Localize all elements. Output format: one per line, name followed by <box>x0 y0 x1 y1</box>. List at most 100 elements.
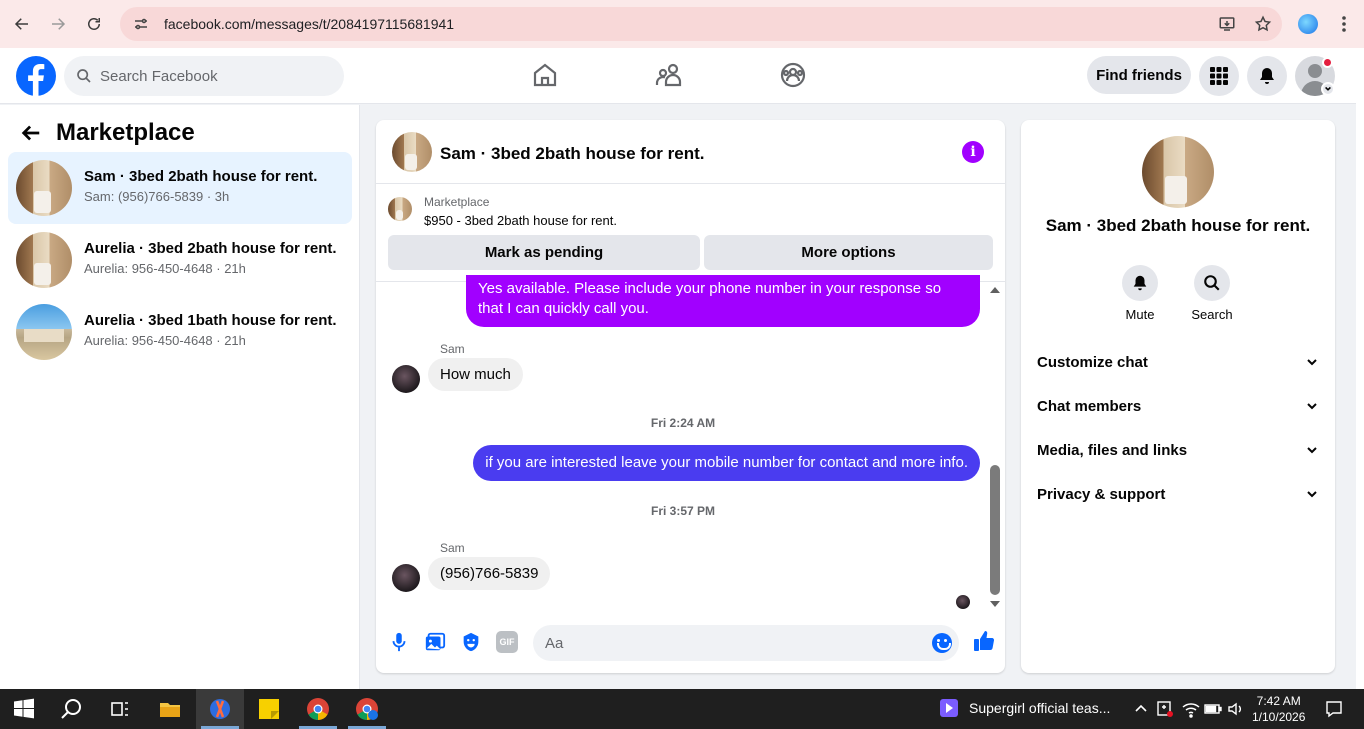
marketplace-listing-bar: Marketplace $950 - 3bed 2bath house for … <box>376 185 1005 282</box>
taskbar-search-icon[interactable] <box>60 697 84 721</box>
home-icon[interactable] <box>530 60 560 90</box>
network-status-icon[interactable] <box>1155 699 1175 719</box>
windows-taskbar: Supergirl official teas... 7:42 AM 1/10/… <box>0 689 1364 729</box>
facebook-search[interactable]: Search Facebook <box>64 56 344 96</box>
sender-name: Sam <box>440 541 465 555</box>
row-label: Chat members <box>1037 397 1142 415</box>
mark-as-pending-button[interactable]: Mark as pending <box>388 235 700 270</box>
message-bubble-incoming: How much <box>428 358 523 391</box>
search-placeholder: Search Facebook <box>100 67 218 85</box>
snipping-tool-icon[interactable] <box>208 697 232 721</box>
battery-icon[interactable] <box>1203 699 1223 719</box>
conversation-item[interactable]: Aurelia · 3bed 1bath house for rent. Aur… <box>8 296 352 368</box>
listing-thumbnail <box>16 232 72 288</box>
bookmark-star-icon[interactable] <box>1254 15 1272 33</box>
chevron-down-icon <box>1307 359 1317 366</box>
conversation-title: Sam · 3bed 2bath house for rent. <box>84 168 318 185</box>
search-icon <box>77 69 91 83</box>
message-input[interactable] <box>533 625 959 661</box>
facebook-logo-icon[interactable] <box>16 56 56 96</box>
url-text: facebook.com/messages/t/2084197115681941 <box>164 16 455 32</box>
file-explorer-icon[interactable] <box>158 697 182 721</box>
conversation-preview: Aurelia: 956-450-4648 · 21h <box>84 333 246 348</box>
extension-icon[interactable] <box>1298 14 1318 34</box>
browser-menu-icon[interactable] <box>1336 14 1352 34</box>
message-bubble-outgoing: if you are interested leave your mobile … <box>473 445 980 481</box>
groups-icon[interactable] <box>778 60 808 90</box>
back-icon[interactable] <box>8 10 36 38</box>
wifi-icon[interactable] <box>1181 699 1201 719</box>
task-view-icon[interactable] <box>108 697 132 721</box>
details-title: Sam · 3bed 2bath house for rent. <box>1045 216 1311 235</box>
address-bar[interactable]: facebook.com/messages/t/2084197115681941 <box>120 7 1282 41</box>
media-files-links-row[interactable]: Media, files and links <box>1037 435 1319 465</box>
thumbs-up-icon[interactable] <box>972 629 996 653</box>
info-icon[interactable]: i <box>962 141 984 163</box>
install-app-icon[interactable] <box>1218 15 1236 33</box>
media-widget[interactable]: Supergirl official teas... <box>940 699 1110 717</box>
sender-avatar[interactable] <box>392 365 420 393</box>
gif-icon[interactable]: GIF <box>496 631 518 653</box>
sender-name: Sam <box>440 342 465 356</box>
notifications-button[interactable] <box>1247 56 1287 96</box>
page-scrollbar[interactable] <box>1356 48 1364 689</box>
chrome-icon[interactable] <box>306 697 330 721</box>
row-label: Media, files and links <box>1037 441 1188 459</box>
message-bubble-incoming: (956)766-5839 <box>428 557 551 590</box>
listing-price-title[interactable]: $950 - 3bed 2bath house for rent. <box>424 213 617 228</box>
search-icon <box>1204 275 1220 291</box>
inbox-title: Marketplace <box>56 119 195 146</box>
chrome-profile-icon[interactable] <box>355 697 379 721</box>
chevron-down-icon <box>1307 491 1317 498</box>
center-nav <box>530 60 808 90</box>
photo-icon[interactable] <box>424 631 446 653</box>
search-in-chat-button[interactable]: Search <box>1182 265 1242 322</box>
customize-chat-row[interactable]: Customize chat <box>1037 347 1319 377</box>
reload-icon[interactable] <box>80 10 108 38</box>
volume-icon[interactable] <box>1226 699 1246 719</box>
message-scrollbar[interactable] <box>988 283 1002 613</box>
browser-toolbar: facebook.com/messages/t/2084197115681941 <box>0 0 1364 48</box>
site-info-icon[interactable] <box>132 15 150 33</box>
account-chevron-icon[interactable] <box>1321 82 1335 96</box>
privacy-support-row[interactable]: Privacy & support <box>1037 479 1319 509</box>
windows-start-icon[interactable] <box>12 697 36 721</box>
sender-avatar[interactable] <box>392 564 420 592</box>
chat-members-row[interactable]: Chat members <box>1037 391 1319 421</box>
chat-title[interactable]: Sam · 3bed 2bath house for rent. <box>440 144 705 164</box>
back-arrow-icon[interactable] <box>20 122 42 144</box>
details-avatar[interactable] <box>1142 136 1214 208</box>
conversation-item[interactable]: Aurelia · 3bed 2bath house for rent. Aur… <box>8 224 352 296</box>
scroll-thumb[interactable] <box>990 465 1000 595</box>
listing-thumbnail <box>16 160 72 216</box>
conversation-title: Aurelia · 3bed 1bath house for rent. <box>84 312 337 329</box>
notification-center-icon[interactable] <box>1324 699 1344 719</box>
show-hidden-icons-icon[interactable] <box>1131 699 1151 719</box>
menu-button[interactable] <box>1199 56 1239 96</box>
scroll-up-icon[interactable] <box>990 287 1000 293</box>
sticker-icon[interactable] <box>460 631 482 653</box>
conversation-item[interactable]: Sam · 3bed 2bath house for rent. Sam: (9… <box>8 152 352 224</box>
message-bubble-outgoing: Yes available. Please include your phone… <box>466 275 980 327</box>
message-timestamp: Fri 2:24 AM <box>650 416 716 430</box>
marketplace-inbox: Marketplace Sam · 3bed 2bath house for r… <box>0 105 360 689</box>
forward-icon[interactable] <box>44 10 72 38</box>
friends-icon[interactable] <box>654 60 684 90</box>
seen-indicator-avatar <box>956 595 970 609</box>
bell-icon <box>1260 68 1274 84</box>
chat-avatar[interactable] <box>392 132 432 172</box>
scroll-down-icon[interactable] <box>990 601 1000 607</box>
inbox-header: Marketplace <box>20 119 195 147</box>
media-title: Supergirl official teas... <box>969 700 1111 716</box>
chat-window: Sam · 3bed 2bath house for rent. i Marke… <box>376 120 1005 673</box>
message-list[interactable]: Yes available. Please include your phone… <box>376 275 1005 613</box>
chevron-down-icon <box>1307 447 1317 454</box>
sticky-notes-icon[interactable] <box>257 697 281 721</box>
microphone-icon[interactable] <box>388 631 410 653</box>
find-friends-button[interactable]: Find friends <box>1087 56 1191 94</box>
system-clock[interactable]: 7:42 AM 1/10/2026 <box>1252 693 1305 725</box>
emoji-icon[interactable] <box>932 633 952 653</box>
more-options-button[interactable]: More options <box>704 235 993 270</box>
mute-button[interactable]: Mute <box>1110 265 1170 322</box>
conversation-preview: Sam: (956)766-5839 · 3h <box>84 189 230 204</box>
